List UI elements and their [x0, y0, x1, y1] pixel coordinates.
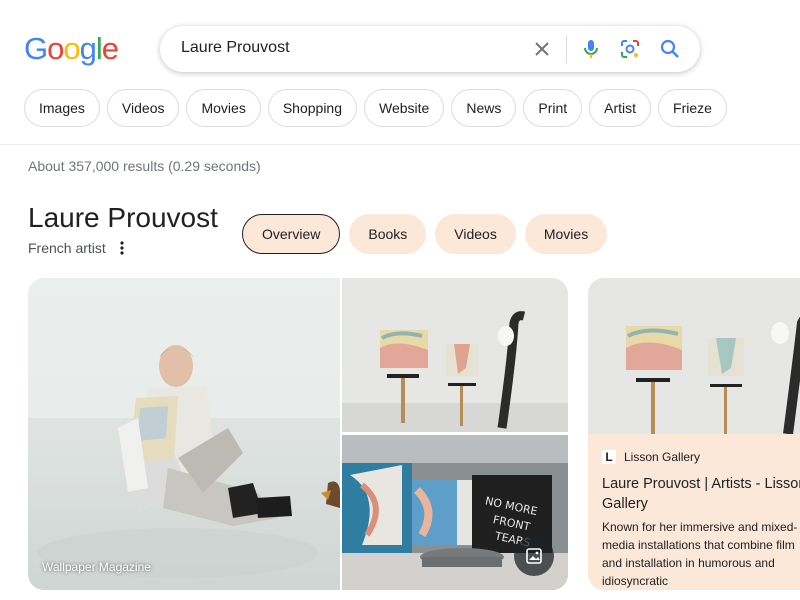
tab-overview[interactable]: Overview [242, 214, 341, 254]
entity-subtitle: French artist [28, 240, 106, 256]
result-card-lisson[interactable]: L Lisson Gallery Laure Prouvost | Artist… [588, 278, 800, 590]
entity-image-main[interactable]: Wallpaper Magazine [28, 278, 340, 590]
result-card-image[interactable] [588, 278, 800, 434]
chip-images[interactable]: Images [24, 89, 100, 127]
search-input[interactable]: Laure Prouvost [181, 39, 290, 57]
results-count: About 357,000 results (0.29 seconds) [28, 158, 261, 174]
microphone-icon[interactable] [579, 37, 603, 61]
chip-news[interactable]: News [451, 89, 517, 127]
entity-image-gallery-1[interactable] [342, 278, 568, 432]
chip-frieze[interactable]: Frieze [658, 89, 727, 127]
result-description: Known for her immersive and mixed-media … [602, 520, 798, 588]
chip-artist[interactable]: Artist [589, 89, 652, 127]
header-divider [0, 144, 800, 145]
images-button[interactable] [514, 536, 554, 576]
close-icon[interactable] [530, 37, 554, 61]
entity-tabs: Overview Books Videos Movies [242, 214, 608, 254]
search-divider [566, 35, 567, 63]
image-icon [526, 548, 542, 564]
tab-movies[interactable]: Movies [524, 214, 608, 254]
more-options-icon[interactable] [116, 238, 128, 258]
chip-print[interactable]: Print [523, 89, 583, 127]
search-filter-chips: Images Videos Movies Shopping Website Ne… [24, 89, 727, 127]
search-icon[interactable] [658, 37, 682, 61]
image-source-caption: Wallpaper Magazine [42, 560, 151, 574]
entity-title: Laure Prouvost [28, 202, 218, 233]
lens-icon[interactable] [618, 37, 642, 61]
tab-videos[interactable]: Videos [435, 214, 516, 254]
result-source-name: Lisson Gallery [624, 450, 701, 464]
chip-videos[interactable]: Videos [106, 89, 180, 127]
google-logo[interactable]: Google [24, 31, 119, 67]
entity-image-gallery-2[interactable]: NO MORE FRONT TEARS [342, 435, 568, 590]
lisson-favicon-icon: L [602, 450, 616, 464]
chip-shopping[interactable]: Shopping [267, 89, 358, 127]
search-box[interactable]: Laure Prouvost [160, 26, 700, 72]
result-source[interactable]: L Lisson Gallery [602, 450, 700, 464]
chip-website[interactable]: Website [364, 89, 445, 127]
tab-books[interactable]: Books [349, 214, 427, 254]
chip-movies[interactable]: Movies [186, 89, 261, 127]
result-title[interactable]: Laure Prouvost | Artists - Lisson Galler… [602, 474, 800, 514]
